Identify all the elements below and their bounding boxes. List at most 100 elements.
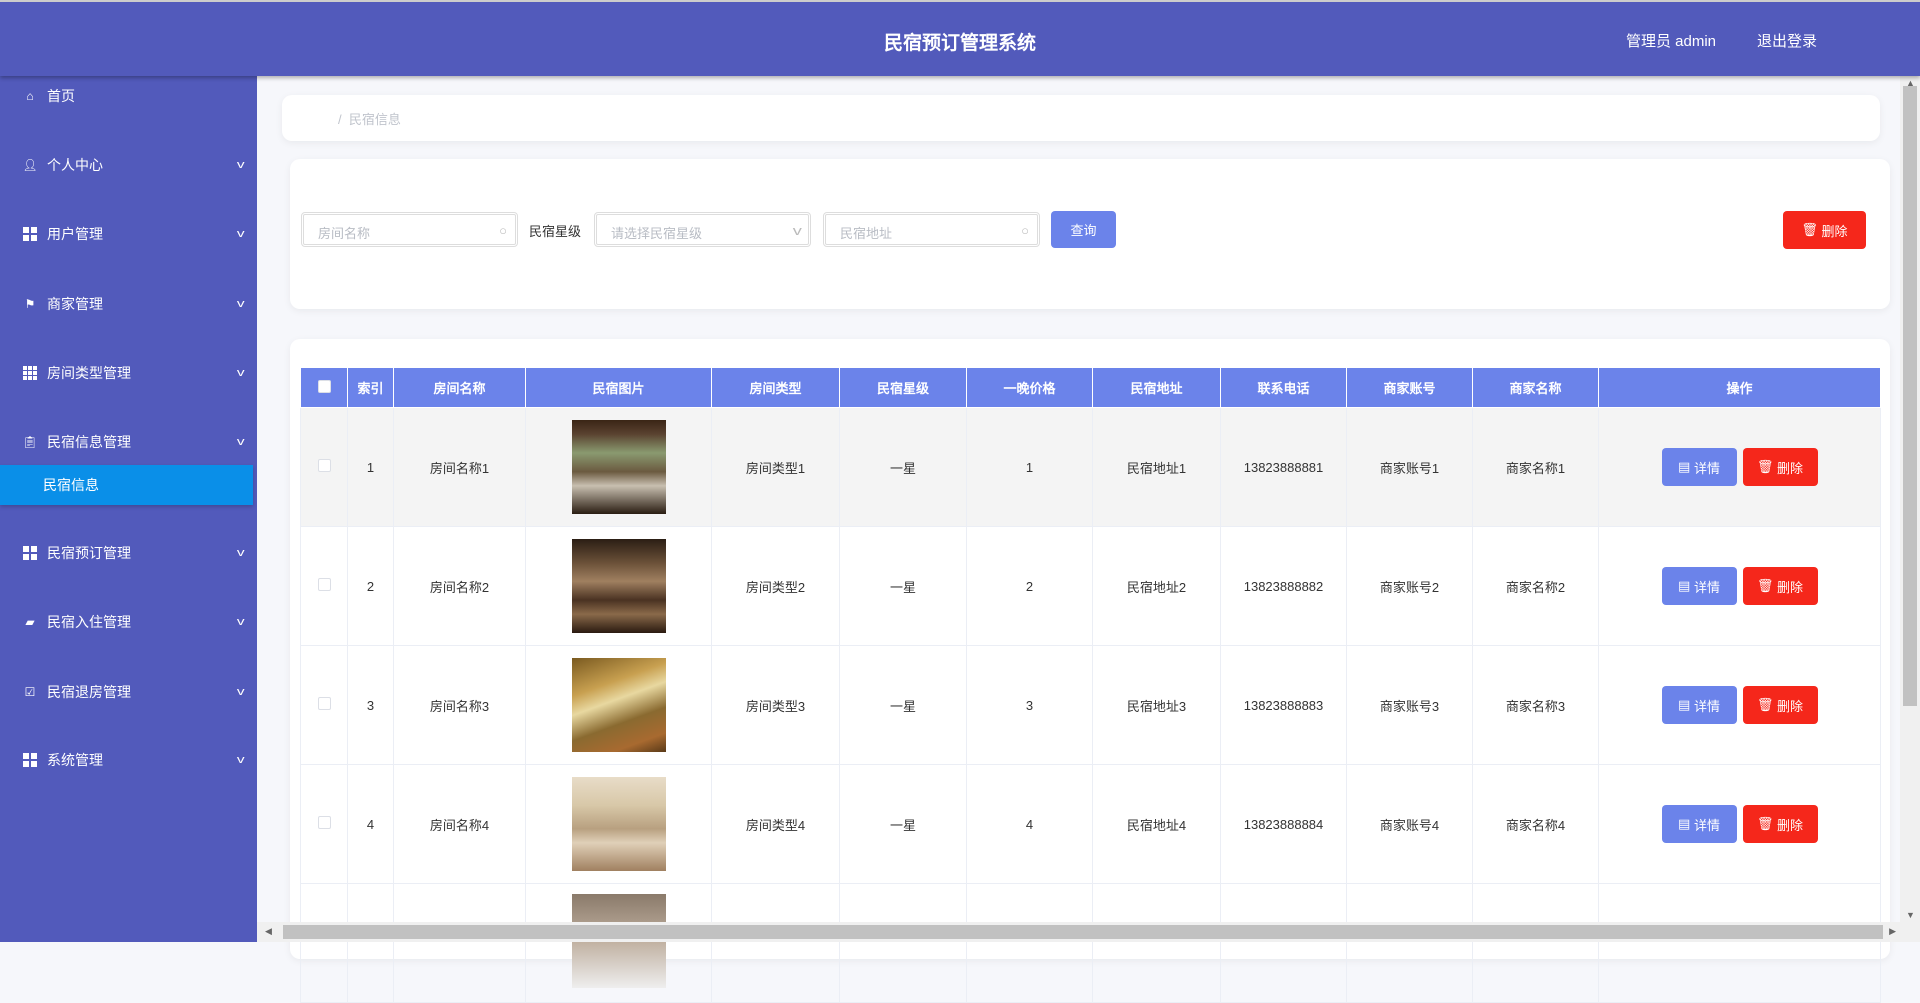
current-user: 管理员 admin [1625, 33, 1716, 50]
sidebar-item-home[interactable]: ⌂ 首页 [0, 76, 257, 116]
delete-button[interactable]: 🗑︎ 删除 [1742, 805, 1818, 843]
cell-price: 3 [966, 645, 1093, 765]
cell-price: 2 [966, 526, 1093, 646]
chevron-down-icon: v [236, 686, 245, 698]
table-row: 2 房间名称2 房间类型2 一星 2 民宿地址2 13823888882 商家账号2 商家名称2… [300, 526, 1881, 646]
sidebar-item-users[interactable]: 用户管理 v [0, 214, 257, 254]
star-label: 民宿星级 [529, 224, 582, 239]
actions-cell: ▤ 详情 🗑︎ 删除 [1598, 526, 1881, 646]
col-header: 民宿图片 [525, 367, 712, 408]
cell-phone: 13823888883 [1220, 645, 1347, 765]
button-label: 删除 [1777, 460, 1804, 476]
col-header: 索引 [347, 367, 394, 408]
cell-type: 房间类型3 [711, 645, 840, 765]
chevron-down-icon: v [236, 159, 245, 171]
clipboard-check-icon: ☑ [24, 685, 36, 699]
sidebar-item-label: 民宿入住管理 [47, 614, 131, 630]
detail-button[interactable]: ▤ 详情 [1661, 567, 1737, 605]
cell-price: 4 [966, 764, 1093, 884]
cell-merchant: 商家名称3 [1472, 645, 1599, 765]
wallet-icon: ▰ [25, 615, 35, 629]
chevron-down-icon: v [236, 228, 245, 240]
homestay-image[interactable] [571, 420, 666, 514]
delete-button[interactable]: 🗑︎ 删除 [1742, 686, 1818, 724]
room-name-input[interactable]: 房间名称 ○ [301, 212, 518, 247]
document-icon: ▤ [1678, 816, 1694, 831]
col-header: 民宿星级 [839, 367, 967, 408]
button-label: 删除 [1777, 579, 1804, 595]
button-label: 详情 [1693, 698, 1720, 714]
col-header: 联系电话 [1220, 367, 1347, 408]
sidebar-item-label: 民宿退房管理 [47, 684, 131, 700]
detail-button[interactable]: ▤ 详情 [1661, 805, 1737, 843]
actions-cell: ▤ 详情 🗑︎ 删除 [1598, 645, 1881, 765]
table-row: 4 房间名称4 房间类型4 一星 4 民宿地址4 13823888884 商家账号4 商家名称4… [300, 764, 1881, 884]
vertical-scrollbar[interactable]: ▲ ▼ [1900, 76, 1920, 922]
cell-account: 商家账号3 [1346, 645, 1473, 765]
sidebar-item-profile[interactable]: 👤︎ 个人中心 v [0, 145, 257, 185]
document-icon: ▤ [1678, 697, 1694, 712]
sidebar-item-merchants[interactable]: ⚑ 商家管理 v [0, 284, 257, 324]
chevron-down-icon: v [236, 298, 245, 310]
delete-button[interactable]: 🗑︎ 删除 [1742, 448, 1818, 486]
sidebar-item-system[interactable]: 系统管理 v [0, 740, 257, 780]
sidebar-item-label: 用户管理 [47, 226, 103, 242]
button-label: 详情 [1693, 817, 1720, 833]
sidebar-item-homestay-info[interactable]: 📋︎ 民宿信息管理 v [0, 422, 257, 462]
sidebar-item-checkin[interactable]: ▰ 民宿入住管理 v [0, 602, 257, 642]
row-checkbox[interactable] [300, 407, 348, 527]
homestay-image[interactable] [571, 777, 666, 871]
cell-phone: 13823888884 [1220, 764, 1347, 884]
button-label: 删除 [1777, 817, 1804, 833]
table-row-partial [300, 883, 1881, 1003]
row-checkbox[interactable] [300, 526, 348, 646]
grid-icon [23, 227, 37, 241]
chevron-down-icon: v [236, 547, 245, 559]
bulk-delete-button[interactable]: 🗑︎ 删除 [1783, 211, 1866, 249]
empty-cell [1092, 883, 1221, 1003]
cell-index: 4 [347, 764, 394, 884]
sidebar-item-label: 民宿信息管理 [47, 434, 131, 450]
cell-name: 房间名称2 [393, 526, 526, 646]
detail-button[interactable]: ▤ 详情 [1661, 448, 1737, 486]
cell-address: 民宿地址1 [1092, 407, 1221, 527]
empty-cell [393, 883, 526, 1003]
query-button[interactable]: 查询 [1051, 211, 1116, 248]
clipboard-icon: 📋︎ [22, 435, 38, 449]
placeholder: 民宿地址 [840, 226, 893, 241]
empty-cell [711, 883, 840, 1003]
empty-cell [1220, 883, 1347, 1003]
delete-button[interactable]: 🗑︎ 删除 [1742, 567, 1818, 605]
breadcrumb-separator: / [338, 112, 342, 127]
actions-cell: ▤ 详情 🗑︎ 删除 [1598, 764, 1881, 884]
cell-name: 房间名称1 [393, 407, 526, 527]
select-all-checkbox[interactable] [300, 367, 348, 408]
search-icon: ○ [499, 223, 507, 238]
sidebar-subitem-homestay-info[interactable]: 民宿信息 [0, 465, 253, 505]
horizontal-scrollbar[interactable]: ◀ ▶ [257, 922, 1920, 942]
cell-name: 房间名称4 [393, 764, 526, 884]
button-label: 详情 [1693, 579, 1720, 595]
homestay-table: 索引 房间名称 民宿图片 房间类型 民宿星级 一晚价格 民宿地址 联系电话 商家… [300, 367, 1881, 1003]
grid9-icon [23, 366, 37, 380]
search-panel: 房间名称 ○ 民宿星级 请选择民宿星级 v 民宿地址 ○ 查询 🗑︎ 删除 [290, 159, 1890, 309]
row-checkbox[interactable] [300, 645, 348, 765]
address-input[interactable]: 民宿地址 ○ [823, 212, 1040, 247]
logout-link[interactable]: 退出登录 [1757, 30, 1817, 51]
sidebar-item-checkout[interactable]: ☑ 民宿退房管理 v [0, 672, 257, 712]
sidebar-item-booking[interactable]: 民宿预订管理 v [0, 533, 257, 573]
homestay-image[interactable] [571, 539, 666, 633]
cell-phone: 13823888882 [1220, 526, 1347, 646]
sidebar-item-room-types[interactable]: 房间类型管理 v [0, 353, 257, 393]
document-icon: ▤ [1678, 578, 1694, 593]
star-select[interactable]: 请选择民宿星级 v [594, 212, 811, 247]
row-checkbox[interactable] [300, 764, 348, 884]
trash-icon: 🗑︎ [1801, 222, 1822, 237]
detail-button[interactable]: ▤ 详情 [1661, 686, 1737, 724]
cell-account: 商家账号1 [1346, 407, 1473, 527]
homestay-image[interactable] [571, 658, 666, 752]
empty-cell [300, 883, 348, 1003]
top-header: 民宿预订管理系统 管理员 admin 退出登录 [0, 0, 1920, 76]
col-header: 商家名称 [1472, 367, 1599, 408]
cell-star: 一星 [839, 407, 967, 527]
